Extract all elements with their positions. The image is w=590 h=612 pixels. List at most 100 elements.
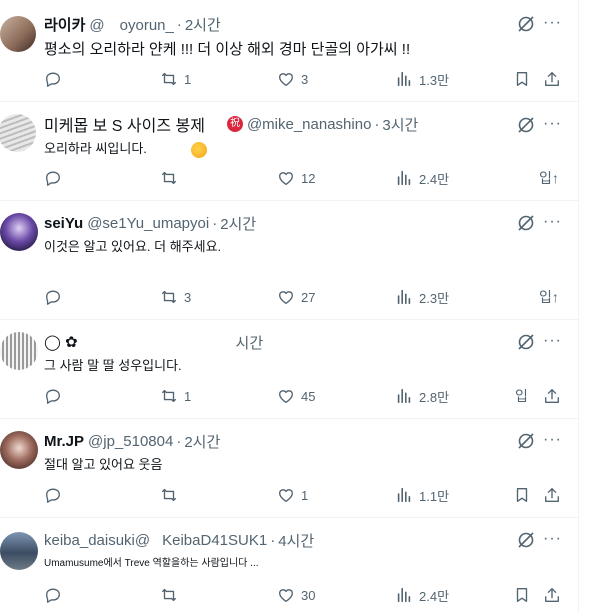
reply-button[interactable]	[44, 69, 68, 89]
avatar[interactable]	[0, 114, 36, 152]
more-icon[interactable]: ···	[543, 15, 561, 34]
views-count: 2.3만	[419, 290, 450, 306]
bookmark-icon	[516, 72, 528, 86]
like-button[interactable]: 45	[277, 386, 315, 406]
more-icon[interactable]: ···	[543, 333, 561, 352]
post-item[interactable]: 라이카 @ oyorun_ · 2시간 평소의 오리하라 얀케 !!! 더 이상…	[0, 0, 578, 102]
share-button[interactable]: 입↑	[539, 287, 559, 307]
post-time[interactable]: 2시간	[184, 431, 220, 452]
reply-button[interactable]	[44, 485, 68, 505]
more-icon[interactable]: ···	[543, 432, 561, 451]
share-button[interactable]: 입↑	[539, 168, 559, 188]
post-item[interactable]: seiYu @se1Yu_umapyoi · 2시간 이것은 알고 있어요. 더…	[0, 201, 578, 320]
share-button[interactable]	[543, 386, 561, 406]
post-header: 미케몹 보 S 사이즈 봉제 祝 @mike_nanashino · 3시간	[44, 112, 418, 136]
repost-icon	[162, 588, 176, 602]
like-count: 12	[301, 170, 316, 186]
post-header: keiba_daisuki@ KeibaD41SUK1 · 4시간	[44, 530, 314, 550]
display-name[interactable]: Mr.JP	[44, 433, 84, 450]
grok-icon[interactable]	[516, 115, 536, 135]
post-item[interactable]: Mr.JP @jp_510804 · 2시간 절대 알고 있어요 웃음 ··· …	[0, 419, 578, 518]
post-time[interactable]: 4시간	[278, 530, 314, 551]
views-count: 2.8만	[419, 389, 450, 405]
post-time[interactable]: 3시간	[382, 114, 418, 135]
bookmark-icon	[516, 588, 528, 602]
repost-button[interactable]	[160, 485, 184, 505]
post-time[interactable]: 2시간	[220, 213, 256, 234]
repost-button[interactable]: 1	[160, 69, 191, 89]
like-button[interactable]: 3	[277, 69, 308, 89]
post-item[interactable]: ◯ ✿ 시간 그 사람 말 딸 성우입니다. ··· 1 45 2.8만 입	[0, 320, 578, 419]
bookmark-button[interactable]: 입	[515, 386, 528, 406]
repost-button[interactable]	[160, 168, 184, 188]
like-button[interactable]: 1	[277, 485, 308, 505]
share-button[interactable]	[543, 485, 561, 505]
views-count: 1.3만	[419, 72, 450, 88]
grok-icon[interactable]	[516, 14, 536, 34]
bookmark-icon	[516, 488, 528, 502]
reply-button[interactable]	[44, 585, 68, 605]
avatar[interactable]	[0, 532, 38, 570]
views-button[interactable]: 2.4만	[395, 168, 449, 188]
reply-button[interactable]	[44, 287, 68, 307]
like-count: 45	[301, 388, 316, 404]
separator-dot: ·	[176, 15, 182, 33]
share-button[interactable]	[543, 585, 561, 605]
post-item[interactable]: keiba_daisuki@ KeibaD41SUK1 · 4시간 Umamus…	[0, 518, 578, 612]
avatar[interactable]	[0, 16, 36, 52]
views-count: 1.1만	[419, 488, 450, 504]
display-name[interactable]: 미케몹 보 S 사이즈 봉제	[44, 112, 205, 136]
repost-button[interactable]	[160, 585, 184, 605]
display-name[interactable]: ◯ ✿	[44, 333, 78, 351]
display-name[interactable]: 라이카	[44, 14, 85, 35]
like-icon	[279, 73, 293, 86]
separator-dot: ·	[176, 432, 182, 450]
smile-emoji-icon	[190, 141, 207, 158]
separator-dot: ·	[270, 531, 276, 549]
like-count: 1	[301, 487, 309, 503]
views-button[interactable]: 1.3만	[395, 69, 449, 89]
views-button[interactable]: 2.8만	[395, 386, 449, 406]
user-handle[interactable]: @jp_510804	[88, 433, 173, 450]
like-button[interactable]: 27	[277, 287, 315, 307]
display-name[interactable]: keiba_daisuki@	[44, 532, 150, 549]
post-time[interactable]: 시간	[236, 332, 264, 353]
reply-icon	[46, 72, 60, 87]
bookmark-button[interactable]	[513, 585, 531, 605]
like-button[interactable]: 12	[277, 168, 315, 188]
views-count: 2.4만	[419, 588, 450, 604]
user-handle[interactable]: @mike_nanashino	[247, 116, 371, 133]
reply-button[interactable]	[44, 386, 68, 406]
views-button[interactable]: 2.4만	[395, 585, 449, 605]
bookmark-button[interactable]	[513, 485, 531, 505]
action-bar: 1 3 1.3만	[44, 69, 564, 89]
reply-button[interactable]	[44, 168, 68, 188]
action-bar: 30 2.4만	[44, 585, 564, 605]
repost-button[interactable]: 1	[160, 386, 191, 406]
bookmark-button[interactable]	[513, 69, 531, 89]
post-text: 그 사람 말 딸 성우입니다.	[44, 358, 182, 373]
more-icon[interactable]: ···	[543, 116, 561, 135]
grok-icon[interactable]	[516, 332, 536, 352]
grok-icon[interactable]	[516, 213, 536, 233]
views-button[interactable]: 2.3만	[395, 287, 449, 307]
display-name[interactable]: seiYu	[44, 215, 83, 232]
share-button[interactable]	[543, 69, 561, 89]
more-icon[interactable]: ···	[543, 531, 561, 550]
more-icon[interactable]: ···	[543, 214, 561, 233]
user-handle[interactable]: KeibaD41SUK1	[162, 532, 267, 549]
grok-icon[interactable]	[516, 530, 536, 550]
avatar[interactable]	[0, 431, 38, 469]
post-header: seiYu @se1Yu_umapyoi · 2시간	[44, 213, 256, 233]
views-icon	[397, 289, 411, 305]
repost-button[interactable]: 3	[160, 287, 191, 307]
post-item[interactable]: 미케몹 보 S 사이즈 봉제 祝 @mike_nanashino · 3시간 오…	[0, 102, 578, 201]
user-handle[interactable]: @ oyorun_	[89, 14, 173, 35]
grok-icon[interactable]	[516, 431, 536, 451]
user-handle[interactable]: @se1Yu_umapyoi	[87, 215, 209, 232]
like-button[interactable]: 30	[277, 585, 315, 605]
post-time[interactable]: 2시간	[185, 14, 221, 35]
views-button[interactable]: 1.1만	[395, 485, 449, 505]
avatar[interactable]	[0, 213, 38, 251]
avatar[interactable]	[0, 332, 38, 370]
